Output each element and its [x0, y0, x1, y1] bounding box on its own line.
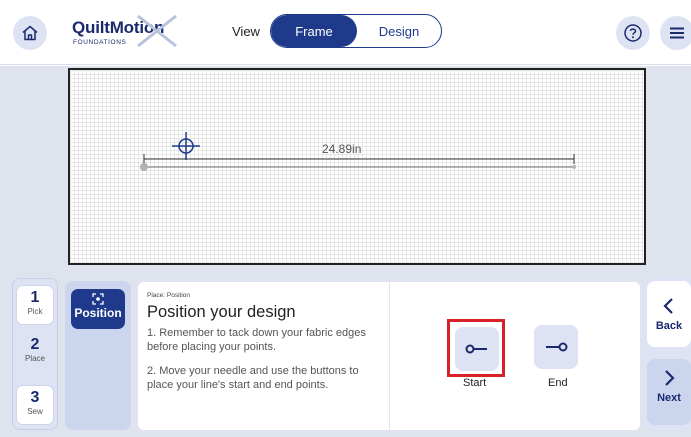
- tab-frame[interactable]: Frame: [271, 15, 357, 47]
- help-button[interactable]: [616, 16, 650, 50]
- back-label: Back: [655, 320, 683, 332]
- crosshair-icon: [172, 132, 200, 160]
- start-button[interactable]: [455, 327, 499, 371]
- back-button[interactable]: Back: [647, 281, 691, 347]
- view-toggle: Frame Design: [270, 14, 442, 48]
- position-icon: [92, 293, 104, 305]
- page-title: Position your design: [147, 303, 296, 321]
- end-point-marker: [572, 165, 576, 169]
- home-button[interactable]: [13, 16, 47, 50]
- divider: [389, 282, 390, 430]
- next-label: Next: [657, 392, 681, 404]
- logo-sub-text: FOUNDATIONS: [73, 39, 127, 46]
- question-icon: [624, 24, 642, 42]
- app-logo: QuiltMotion FOUNDATIONS: [72, 14, 182, 48]
- menu-button[interactable]: [660, 16, 691, 50]
- position-label: Position: [74, 306, 122, 320]
- step-label: Pick: [27, 307, 43, 316]
- step-pick[interactable]: 1 Pick: [16, 285, 54, 325]
- top-bar: QuiltMotion FOUNDATIONS View Frame Desig…: [0, 0, 691, 65]
- step-sew[interactable]: 3 Sew: [16, 385, 54, 425]
- step-place[interactable]: 2 Place: [16, 333, 54, 373]
- frame-drawing: [140, 132, 576, 171]
- substep-panel: Position: [65, 281, 131, 430]
- breadcrumb: Place: Position: [147, 292, 190, 299]
- step-label: Place: [24, 354, 45, 363]
- step-number: 1: [30, 289, 40, 306]
- view-label: View: [232, 24, 260, 39]
- quilt-frame: [68, 68, 646, 265]
- instruction-1: 1. Remember to tack down your fabric edg…: [147, 327, 366, 353]
- instruction-2: 2. Move your needle and use the buttons …: [147, 365, 359, 391]
- end-label: End: [548, 377, 568, 389]
- instruction-panel: Place: Position Position your design 1. …: [138, 282, 640, 430]
- nav-panel: Back Next: [643, 278, 691, 430]
- start-highlight: [447, 319, 505, 377]
- start-point-icon: [465, 344, 487, 354]
- chevron-left-icon: [663, 298, 673, 314]
- step-navigator: 1 Pick 2 Place 3 Sew: [12, 278, 58, 430]
- chevron-right-icon: [665, 370, 675, 386]
- hamburger-icon: [670, 27, 684, 39]
- line-length-label: 24.89in: [322, 142, 362, 156]
- step-label: Sew: [27, 407, 43, 416]
- step-number: 3: [30, 389, 40, 406]
- logo-x-mark: [137, 14, 177, 48]
- position-button[interactable]: Position: [71, 289, 125, 329]
- home-icon: [22, 25, 38, 41]
- step-number: 2: [30, 336, 40, 353]
- start-point-marker: [140, 163, 148, 171]
- tab-design[interactable]: Design: [357, 15, 441, 47]
- next-button[interactable]: Next: [647, 359, 691, 425]
- end-button[interactable]: [534, 325, 578, 369]
- start-label: Start: [463, 377, 487, 389]
- end-point-icon: [546, 342, 568, 352]
